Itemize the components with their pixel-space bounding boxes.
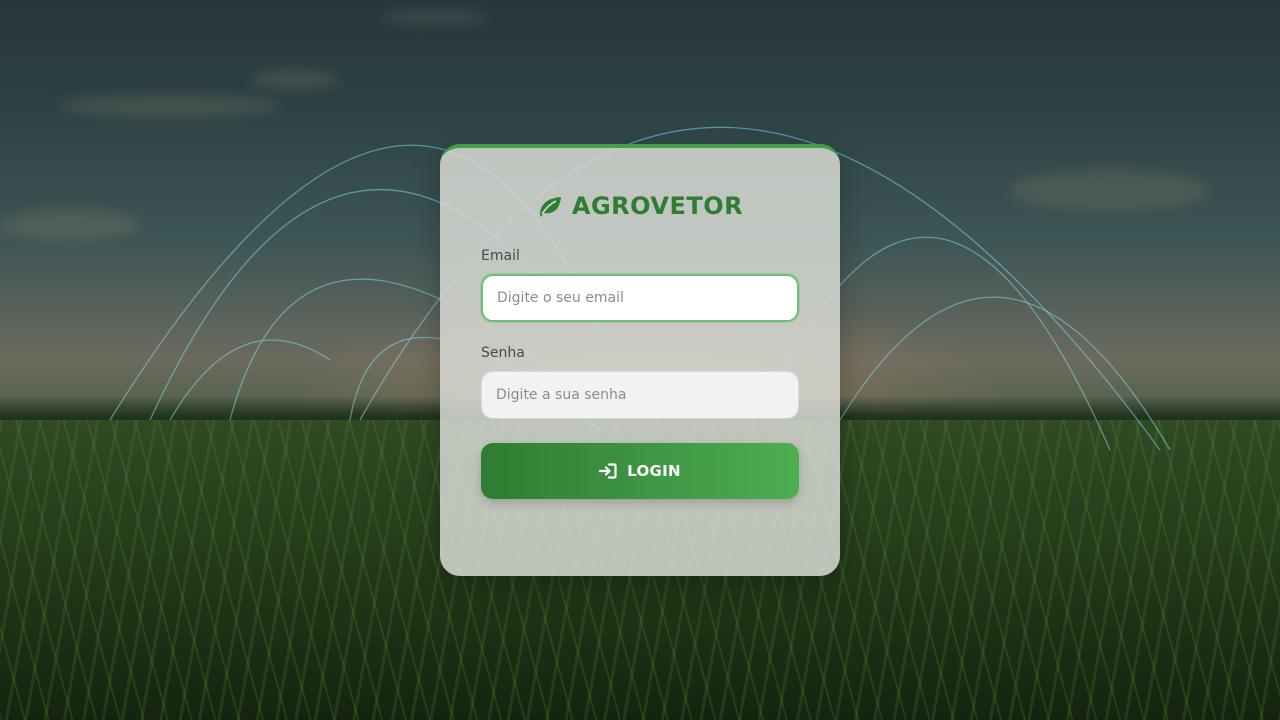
email-label: Email [481,248,520,264]
login-card: AGROVETOR Email Senha LOGIN [440,144,840,576]
sign-in-icon [599,463,617,479]
password-label: Senha [481,345,525,361]
password-field[interactable] [481,371,799,419]
login-button[interactable]: LOGIN [481,443,799,499]
leaf-icon [537,194,563,218]
login-button-label: LOGIN [627,462,681,480]
brand-title: AGROVETOR [571,192,744,220]
brand-header: AGROVETOR [440,188,840,224]
email-field[interactable] [481,274,799,322]
